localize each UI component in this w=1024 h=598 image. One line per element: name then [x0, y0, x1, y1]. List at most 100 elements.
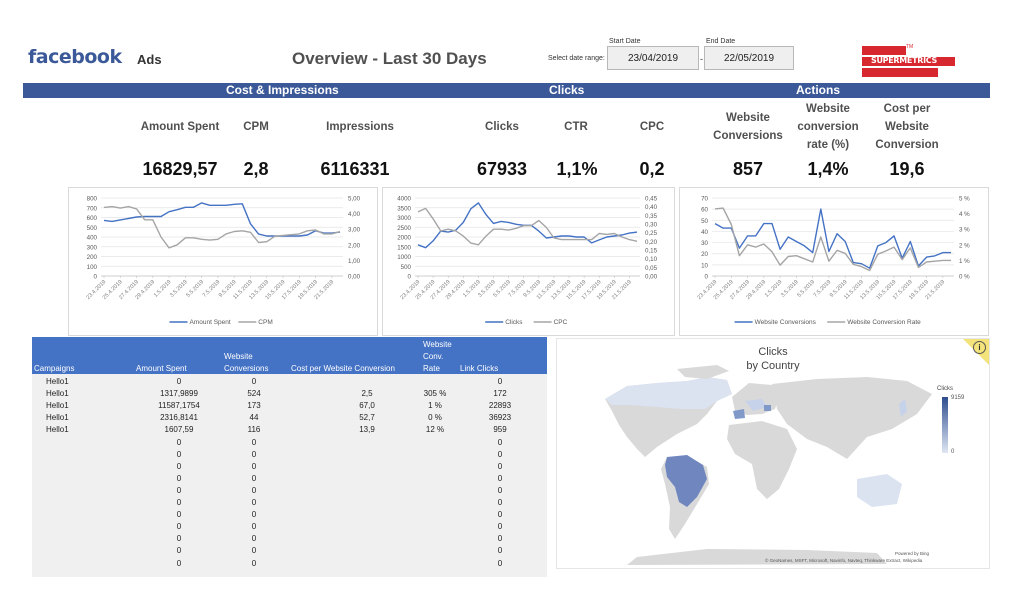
- table-cell: 0: [176, 498, 182, 507]
- table-cell: 0: [176, 558, 182, 568]
- kpi-value-cost-per-conversion: 19,6: [889, 159, 925, 179]
- series-line-website-conversion-rate[interactable]: [714, 207, 951, 272]
- start-date-input[interactable]: 23/04/2019: [607, 46, 699, 70]
- table-cell: 11587,1754: [158, 401, 200, 411]
- series-line-cpc[interactable]: [417, 207, 638, 246]
- y-left-tick-label: 20: [701, 251, 708, 258]
- column-header[interactable]: Conv.: [423, 352, 443, 362]
- table-cell: 0: [251, 449, 257, 459]
- column-header[interactable]: Link Clicks: [460, 364, 498, 374]
- y-right-tick-label: 5 %: [959, 196, 970, 203]
- column-header[interactable]: Website: [423, 340, 452, 350]
- table-cell: 0: [176, 522, 182, 532]
- supermetrics-wordmark: SUPERMETRICS: [871, 56, 937, 65]
- column-header[interactable]: Rate: [423, 364, 440, 374]
- table-cell: 0: [176, 546, 182, 556]
- y-right-tick-label: 0,30: [645, 222, 658, 229]
- column-header[interactable]: Amount Spent: [136, 364, 187, 374]
- table-cell: 0: [497, 534, 503, 544]
- column-header[interactable]: Cost per Website Conversion: [291, 364, 395, 374]
- y-right-tick-label: 0,10: [645, 256, 658, 263]
- legend-label: Website Conversion Rate: [847, 319, 921, 326]
- kpi-label-amount-spent: Amount Spent: [140, 121, 220, 133]
- table-cell: 0: [497, 473, 503, 483]
- table-cell: 0: [497, 377, 503, 386]
- table-cell: 0: [251, 473, 257, 483]
- y-right-tick-label: 2,00: [348, 242, 361, 249]
- map-legend-title: Clicks: [937, 386, 953, 392]
- end-date-label: End Date: [706, 38, 736, 45]
- table-cell: 0: [176, 449, 182, 459]
- kpi-value-amount-spent: 16829,57: [142, 159, 218, 179]
- kpi-label-clicks: Clicks: [485, 121, 519, 133]
- kpi-value-website-conversion-rate: 1,4%: [807, 159, 849, 179]
- table-cell: 0: [176, 461, 182, 471]
- facebook-logo: facebook: [28, 46, 122, 68]
- campaign-name-cell: Hello1: [46, 377, 69, 386]
- y-left-tick-label: 100: [87, 264, 98, 271]
- table-cell: 2,5: [361, 389, 373, 399]
- trademark-mark: TM: [906, 44, 914, 50]
- supermetrics-logo: TM SUPERMETRICS: [862, 44, 957, 78]
- y-right-tick-label: 0,25: [645, 230, 658, 237]
- kpi-value-cpc: 0,2: [639, 159, 665, 179]
- kpi-value-impressions: 6116331: [320, 159, 390, 179]
- table-cell: 0 %: [428, 413, 442, 423]
- kpi-value-cpm: 2,8: [243, 159, 269, 179]
- y-right-tick-label: 3 %: [959, 227, 970, 234]
- date-separator: -: [700, 54, 703, 64]
- column-header[interactable]: Website: [224, 352, 253, 362]
- y-left-tick-label: 300: [87, 244, 98, 251]
- table-cell: 0: [497, 449, 503, 459]
- chart-svg: 0102030405060700 %1 %2 %3 %4 %5 %23.4.20…: [697, 196, 971, 327]
- chart-amount-spent-cpm[interactable]: 0 100 200 300 400 500 600 700 800 0,00 1,00 2,00 3,0…: [68, 187, 378, 336]
- y-left-tick-label: 50: [701, 218, 708, 225]
- table-cell: 0: [251, 485, 257, 495]
- table-cell: 2316,8141: [160, 413, 198, 423]
- product-label: Ads: [137, 52, 162, 67]
- world-map: [605, 365, 932, 565]
- y-left-tick-label: 500: [401, 264, 412, 271]
- table-cell: 0: [251, 437, 257, 447]
- table-cell: 173: [247, 401, 261, 411]
- y-left-tick-label: 3500: [397, 205, 411, 212]
- map-romania: [764, 405, 771, 411]
- y-right-tick-label: 3,00: [348, 227, 361, 234]
- table-cell: 0: [251, 498, 257, 507]
- section-header-bar: Cost & Impressions Clicks Actions: [23, 83, 990, 98]
- kpi-label-cost-per-conversion: Cost per Website Conversion: [875, 103, 939, 151]
- chart-svg: 0 100 200 300 400 500 600 700 800 0,00 1,00 2,00 3,0…: [86, 196, 361, 327]
- table-cell: 36923: [488, 413, 512, 423]
- y-right-tick-label: 5,00: [348, 196, 361, 203]
- table-cell: 1 %: [428, 401, 442, 411]
- table-cell: 22893: [488, 401, 512, 411]
- end-date-input[interactable]: 22/05/2019: [704, 46, 794, 70]
- chart-website-conversions[interactable]: 0 10 20 30 40 50 60 70 0 % 1 % 2 % 3 % 4 % 5 % 23.4.20…: [679, 187, 989, 336]
- kpi-label-cpm: CPM: [243, 121, 269, 133]
- table-cell: 0: [497, 498, 503, 507]
- table-cell: 172: [493, 389, 507, 399]
- table-cell: 44: [249, 413, 259, 423]
- column-header[interactable]: Conversions: [224, 364, 268, 374]
- map-legend-max: 9159: [951, 395, 965, 401]
- kpi-value-ctr: 1,1%: [556, 159, 598, 179]
- y-left-tick-label: 10: [701, 262, 708, 269]
- column-header[interactable]: Campaigns: [34, 364, 74, 374]
- y-left-tick-label: 700: [87, 205, 98, 212]
- table-cell: 0: [251, 377, 257, 386]
- table-cell: 0: [251, 534, 257, 544]
- y-right-tick-label: 0,05: [645, 265, 658, 272]
- y-right-tick-label: 0,20: [645, 239, 658, 246]
- kpi-label-impressions: Impressions: [326, 121, 394, 133]
- y-left-tick-label: 2000: [397, 235, 411, 242]
- table-cell: 0: [176, 377, 182, 386]
- y-left-tick-label: 0: [408, 274, 412, 281]
- y-left-tick-label: 1000: [397, 254, 411, 261]
- chart-clicks-cpc[interactable]: 0 500 1000 1500 2000 2500 3000 3500 4000 0,00 0,05…: [382, 187, 675, 336]
- table-header: Campaigns Amount Spent Website Conversions C…: [32, 337, 547, 374]
- y-left-tick-label: 30: [701, 240, 708, 247]
- clicks-by-country-map[interactable]: i Clicks by Country Clicks 9159 0 Powere…: [556, 338, 990, 569]
- table-cell: 0: [497, 522, 503, 532]
- y-left-tick-label: 3000: [397, 215, 411, 222]
- map-australia: [857, 474, 902, 507]
